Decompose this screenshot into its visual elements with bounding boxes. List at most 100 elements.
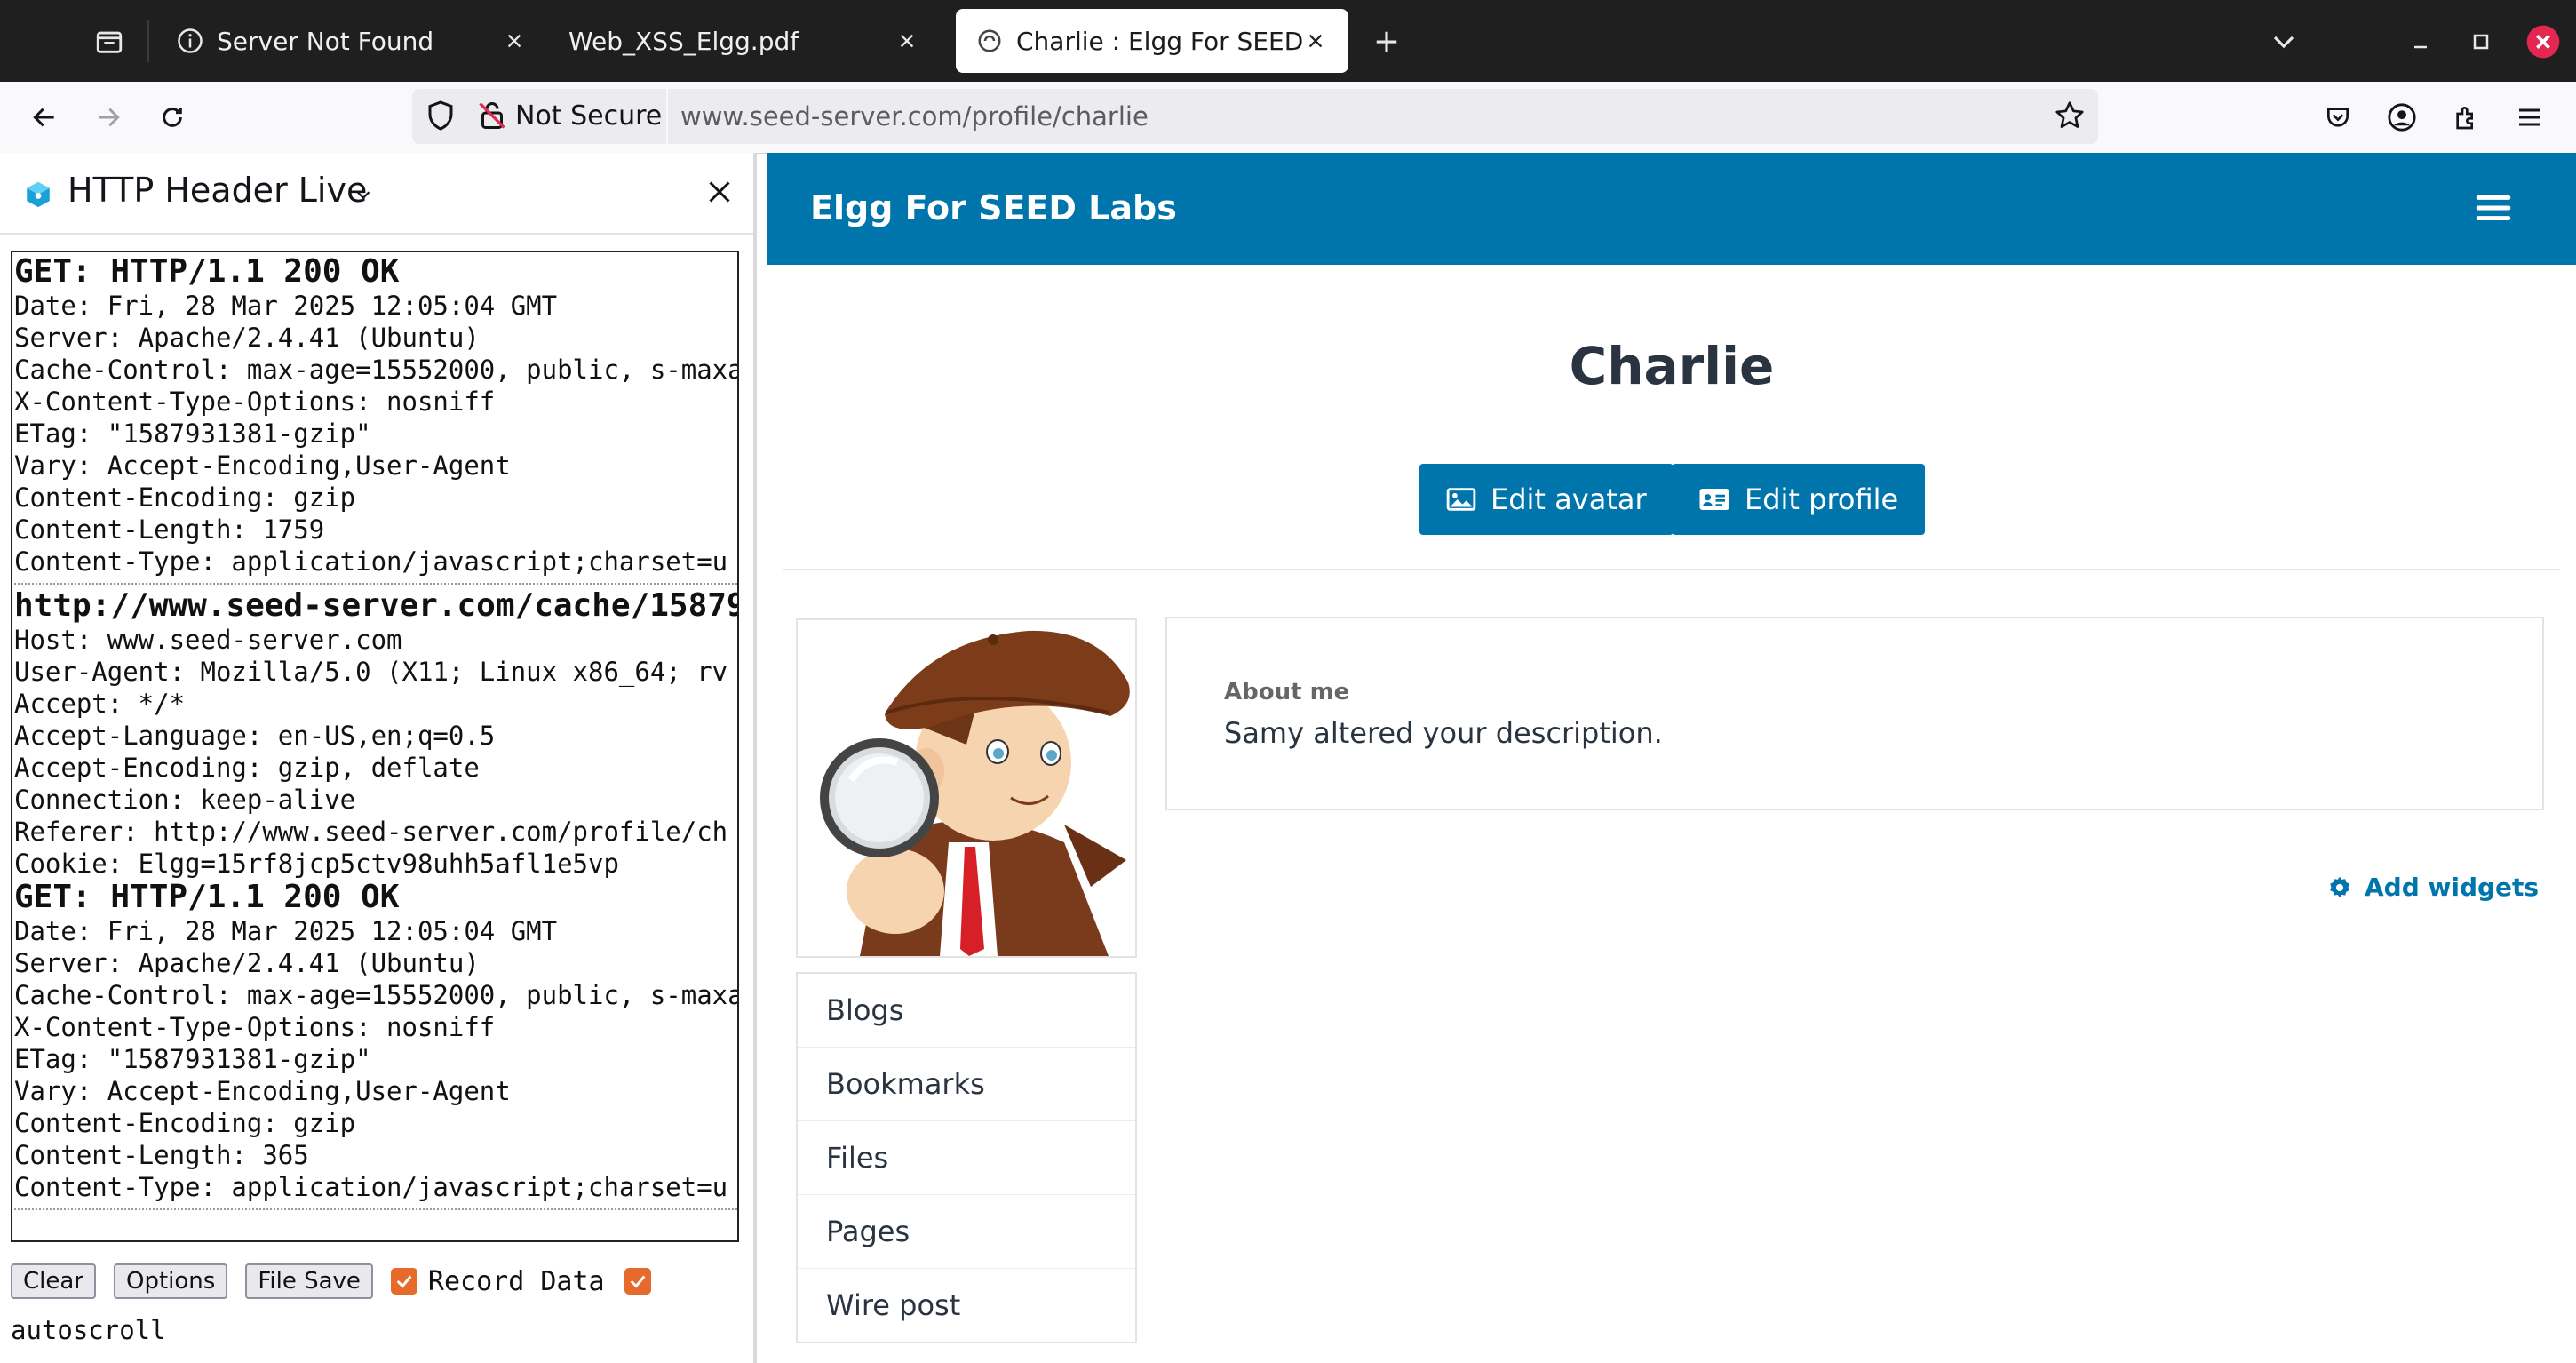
app-menu-button[interactable] bbox=[2507, 94, 2553, 140]
forward-button[interactable] bbox=[85, 94, 131, 140]
divider bbox=[783, 569, 2560, 570]
header-line: Content-Length: 365 bbox=[14, 1140, 309, 1170]
file-save-button[interactable]: File Save bbox=[245, 1263, 373, 1299]
pocket-icon bbox=[2327, 108, 2349, 127]
header-line: Cache-Control: max-age=15552000, public,… bbox=[14, 980, 739, 1010]
sidebar-controls: Clear Options File Save Record Data bbox=[11, 1262, 651, 1301]
minimize-button[interactable] bbox=[2398, 20, 2443, 64]
menu-item-files[interactable]: Files bbox=[798, 1121, 1135, 1195]
record-data-checkbox[interactable] bbox=[390, 1268, 417, 1295]
header-line: Server: Apache/2.4.41 (Ubuntu) bbox=[14, 948, 480, 978]
edit-profile-label: Edit profile bbox=[1745, 482, 1899, 516]
add-widgets-link[interactable]: Add widgets bbox=[2327, 873, 2539, 902]
log-entry[interactable]: GET: HTTP/1.1 200 OK Date: Fri, 28 Mar 2… bbox=[14, 254, 737, 578]
maximize-button[interactable] bbox=[2459, 20, 2503, 64]
header-line: Content-Type: application/javascript;cha… bbox=[14, 1172, 728, 1202]
header-line: Vary: Accept-Encoding,User-Agent bbox=[14, 1076, 511, 1106]
plus-icon bbox=[1376, 31, 1397, 52]
new-tab-button[interactable] bbox=[1364, 20, 1409, 64]
menu-item-blogs[interactable]: Blogs bbox=[798, 974, 1135, 1048]
url-bar[interactable]: Not Secure www.seed-server.com/profile/c… bbox=[412, 89, 2098, 144]
header-line: Accept: */* bbox=[14, 689, 186, 719]
account-button[interactable] bbox=[2379, 94, 2425, 140]
minimize-icon bbox=[2414, 45, 2427, 49]
info-icon bbox=[176, 27, 204, 55]
back-button[interactable] bbox=[21, 94, 68, 140]
header-line: Content-Encoding: gzip bbox=[14, 482, 356, 513]
menu-item-wire-post[interactable]: Wire post bbox=[798, 1269, 1135, 1342]
header-line: Content-Encoding: gzip bbox=[14, 1108, 356, 1138]
hamburger-menu-icon bbox=[2519, 108, 2540, 126]
edit-avatar-button[interactable]: Edit avatar bbox=[1419, 464, 1674, 535]
image-icon bbox=[1446, 486, 1476, 513]
about-me-label: About me bbox=[1224, 679, 1350, 705]
url-text[interactable]: www.seed-server.com/profile/charlie bbox=[680, 101, 1149, 132]
header-line: Accept-Language: en-US,en;q=0.5 bbox=[14, 721, 496, 751]
options-button[interactable]: Options bbox=[114, 1263, 228, 1299]
log-entry[interactable]: GET: HTTP/1.1 200 OK Date: Fri, 28 Mar 2… bbox=[14, 880, 737, 1203]
chevron-down-icon[interactable] bbox=[354, 185, 373, 208]
header-log[interactable]: GET: HTTP/1.1 200 OK Date: Fri, 28 Mar 2… bbox=[11, 251, 739, 1242]
header-line: Host: www.seed-server.com bbox=[14, 625, 402, 655]
entry-separator bbox=[14, 583, 737, 585]
header-line: Cookie: Elgg=15rf8jcp5ctv98uhh5afl1e5vp bbox=[14, 849, 619, 879]
avatar[interactable] bbox=[796, 618, 1137, 958]
extension-cube-icon bbox=[23, 179, 53, 213]
reload-button[interactable] bbox=[149, 94, 195, 140]
tab-charlie-elgg[interactable]: Charlie : Elgg For SEED La bbox=[956, 9, 1348, 73]
header-line: Date: Fri, 28 Mar 2025 12:05:04 GMT bbox=[14, 916, 558, 946]
elgg-topbar: Elgg For SEED Labs bbox=[767, 153, 2576, 265]
detective-avatar-image bbox=[798, 620, 1135, 956]
header-line: Content-Type: application/javascript;cha… bbox=[14, 546, 728, 577]
tab-separator bbox=[147, 20, 149, 62]
profile-menu: Blogs Bookmarks Files Pages Wire post bbox=[796, 972, 1137, 1343]
page-icon bbox=[975, 27, 1004, 55]
sidebar-http-header-live: HTTP Header Live GET: HTTP/1.1 200 OK Da… bbox=[0, 153, 757, 1363]
gear-icon bbox=[2327, 875, 2352, 900]
tracking-protection-shield-icon[interactable] bbox=[425, 100, 457, 135]
edit-avatar-label: Edit avatar bbox=[1491, 482, 1647, 516]
response-status: GET: HTTP/1.1 200 OK bbox=[14, 879, 400, 915]
header-line: Content-Length: 1759 bbox=[14, 514, 325, 545]
close-tab-icon[interactable] bbox=[1302, 28, 1329, 54]
request-url: http://www.seed-server.com/cache/158793 bbox=[14, 587, 739, 624]
tab-title: Charlie : Elgg For SEED La bbox=[1016, 26, 1302, 56]
firefox-view-icon bbox=[96, 31, 123, 53]
url-path: /profile/charlie bbox=[962, 101, 1149, 132]
insecure-lock-icon[interactable] bbox=[476, 100, 508, 135]
clear-button[interactable]: Clear bbox=[11, 1263, 96, 1299]
autoscroll-checkbox[interactable] bbox=[624, 1268, 651, 1295]
bookmark-star-icon[interactable] bbox=[2054, 100, 2086, 135]
puzzle-icon bbox=[2456, 107, 2473, 130]
menu-item-bookmarks[interactable]: Bookmarks bbox=[798, 1048, 1135, 1121]
list-all-tabs-button[interactable] bbox=[2262, 20, 2306, 64]
close-tab-icon[interactable] bbox=[894, 28, 920, 54]
web-content: Elgg For SEED Labs Charlie Edit avatar E… bbox=[767, 153, 2576, 1363]
tab-title: Server Not Found bbox=[217, 26, 434, 56]
checkmark-icon bbox=[396, 1275, 412, 1288]
close-tab-icon[interactable] bbox=[501, 28, 528, 54]
menu-item-pages[interactable]: Pages bbox=[798, 1195, 1135, 1269]
header-line: ETag: "1587931381-gzip" bbox=[14, 418, 371, 449]
firefox-view-button[interactable] bbox=[87, 20, 131, 64]
id-card-icon bbox=[1698, 486, 1730, 513]
sidebar-title[interactable]: HTTP Header Live bbox=[68, 171, 367, 210]
close-window-button[interactable] bbox=[2521, 20, 2565, 64]
close-sidebar-icon[interactable] bbox=[704, 176, 735, 211]
chevron-down-icon bbox=[2273, 36, 2294, 49]
url-host: www.seed-server.com bbox=[680, 101, 963, 132]
edit-profile-button[interactable]: Edit profile bbox=[1672, 464, 1926, 535]
hamburger-menu-icon[interactable] bbox=[2475, 192, 2512, 227]
not-secure-label[interactable]: Not Secure bbox=[515, 100, 662, 132]
site-title-link[interactable]: Elgg For SEED Labs bbox=[810, 188, 1177, 227]
pocket-button[interactable] bbox=[2315, 94, 2361, 140]
header-line: Vary: Accept-Encoding,User-Agent bbox=[14, 450, 511, 481]
tab-title: Web_XSS_Elgg.pdf bbox=[568, 26, 799, 56]
tab-server-not-found[interactable]: Server Not Found bbox=[156, 9, 547, 73]
header-line: User-Agent: Mozilla/5.0 (X11; Linux x86_… bbox=[14, 657, 728, 687]
record-data-label: Record Data bbox=[427, 1265, 605, 1297]
log-entry[interactable]: http://www.seed-server.com/cache/158793 … bbox=[14, 588, 737, 880]
tab-web-xss-pdf[interactable]: Web_XSS_Elgg.pdf bbox=[549, 9, 940, 73]
extensions-button[interactable] bbox=[2443, 94, 2489, 140]
sidebar-header: HTTP Header Live bbox=[0, 153, 753, 235]
